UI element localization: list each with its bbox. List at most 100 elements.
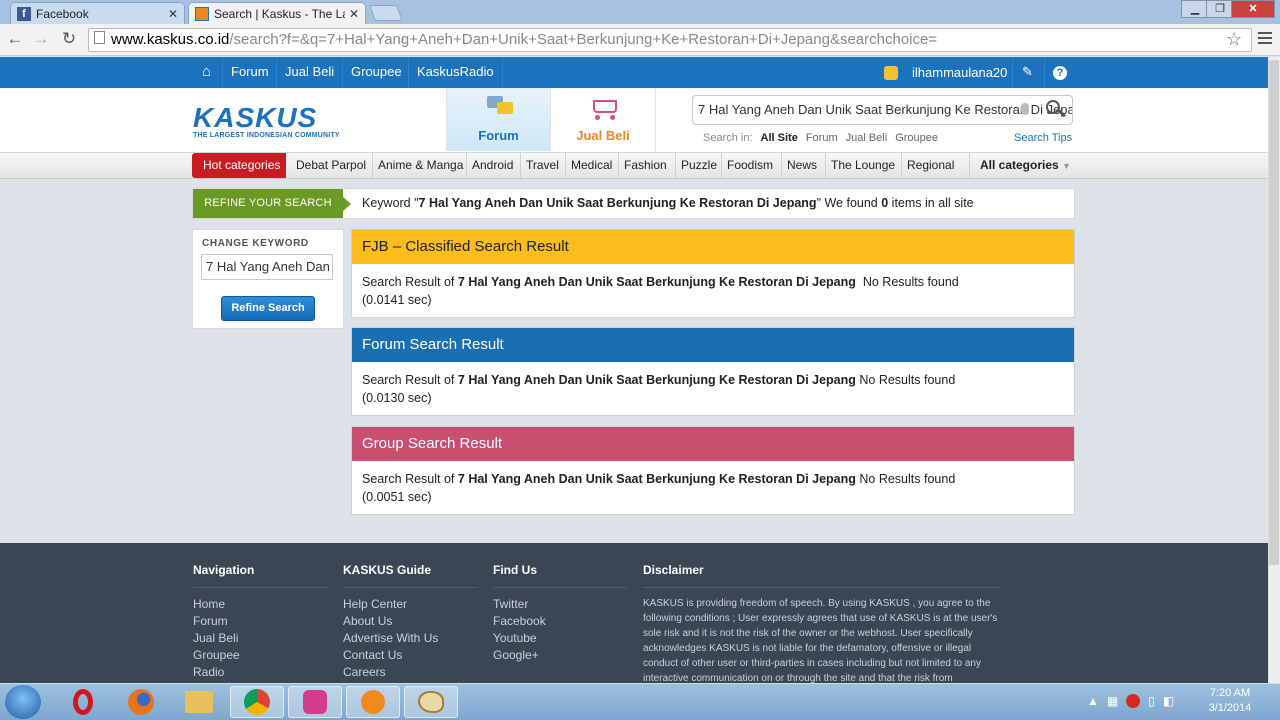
search-scope-allsite[interactable]: All Site [761, 132, 798, 144]
footer-link[interactable]: Facebook [493, 613, 628, 630]
browser-tab-kaskus[interactable]: Search | Kaskus - The Larg ✕ [188, 2, 366, 24]
refine-search-button[interactable]: Refine Search [221, 296, 315, 321]
search-scope-forum[interactable]: Forum [806, 132, 838, 144]
search-scope-jualbeli[interactable]: Jual Beli [846, 132, 888, 144]
close-tab-icon[interactable]: ✕ [168, 7, 178, 21]
hot-categories-tab[interactable]: Hot categories [192, 153, 286, 178]
chevron-down-icon: ▼ [1062, 161, 1071, 171]
firefox-icon[interactable] [114, 686, 168, 718]
category-item[interactable]: Fashion [618, 153, 672, 178]
keyword-input[interactable]: 7 Hal Yang Aneh Dan Unik Saat Berkunjung… [201, 254, 333, 280]
footer-link[interactable]: Careers [343, 664, 478, 681]
tab-forum[interactable]: Forum [446, 88, 551, 151]
forum-result-box: Forum Search Result Search Result of 7 H… [351, 327, 1075, 416]
forward-arrow-icon[interactable]: → [30, 29, 52, 51]
category-item[interactable]: Anime & Manga [372, 153, 468, 178]
back-arrow-icon[interactable]: ← [4, 29, 26, 51]
antivirus-tray-icon[interactable] [1126, 694, 1141, 708]
footer-link[interactable]: About Us [343, 613, 478, 630]
result-body: Search Result of 7 Hal Yang Aneh Dan Uni… [352, 461, 1074, 515]
url-path: /search?f=&q=7+Hal+Yang+Aneh+Dan+Unik+Sa… [229, 31, 938, 48]
opera-icon[interactable] [56, 686, 110, 718]
category-item[interactable]: Travel [520, 153, 564, 178]
footer-link[interactable]: Help Center [343, 596, 478, 613]
close-window-button[interactable]: ✕ [1231, 0, 1275, 18]
category-item[interactable]: Puzzle [675, 153, 722, 178]
help-icon[interactable]: ? [1044, 57, 1074, 88]
system-clock[interactable]: 7:20 AM 3/1/2014 [1200, 686, 1260, 716]
tab-title: Search | Kaskus - The Larg [214, 6, 345, 21]
kaskus-logo[interactable]: KASKUS THE LARGEST INDONESIAN COMMUNITY [193, 104, 363, 144]
network-icon[interactable]: ▦ [1107, 694, 1118, 708]
kaskus-favicon-icon [195, 6, 209, 21]
search-tips-link[interactable]: Search Tips [1014, 132, 1072, 144]
footer-link[interactable]: Advertise With Us [343, 630, 478, 647]
search-scope-groupee[interactable]: Groupee [895, 132, 938, 144]
footer-link[interactable]: Twitter [493, 596, 628, 613]
keyword-value: 7 Hal Yang Aneh Dan Unik Saat Berkunjung… [418, 196, 817, 210]
avast-icon[interactable] [346, 686, 400, 718]
result-title: Group Search Result [352, 427, 1074, 461]
footer-link[interactable]: Contact Us [343, 647, 478, 664]
windows-start-icon[interactable] [5, 685, 41, 719]
all-categories-dropdown[interactable]: All categories ▼ [969, 153, 1081, 178]
bookmark-star-icon[interactable]: ☆ [1226, 29, 1242, 50]
url-field[interactable]: www.kaskus.co.id/search?f=&q=7+Hal+Yang+… [88, 28, 1252, 52]
volume-icon[interactable]: ◧ [1163, 694, 1174, 708]
result-prefix: Search Result of [362, 275, 458, 289]
all-categories-label: All categories [980, 158, 1059, 172]
footer-findus: Find Us Twitter Facebook Youtube Google+ [493, 563, 628, 664]
browser-tab-facebook[interactable]: f Facebook ✕ [10, 2, 185, 24]
footer-link[interactable]: Forum [193, 613, 328, 630]
url-host: www.kaskus.co.id [111, 31, 230, 48]
chrome-menu-icon[interactable] [1258, 32, 1272, 47]
search-in-label: Search in: [703, 132, 753, 144]
pencil-icon[interactable]: ✎ [1012, 57, 1042, 88]
home-icon[interactable]: ⌂ [192, 57, 221, 88]
username: ilhammaulana20 [912, 65, 1008, 80]
category-item[interactable]: News [781, 153, 822, 178]
footer-link[interactable]: Jual Beli [193, 630, 328, 647]
category-item[interactable]: Medical [565, 153, 617, 178]
category-item[interactable]: Foodism [721, 153, 778, 178]
tab-forum-label: Forum [478, 128, 519, 143]
forum-icon [485, 94, 515, 120]
footer-link[interactable]: Groupee [193, 647, 328, 664]
category-item[interactable]: Regional [901, 153, 959, 178]
footer-heading: Navigation [193, 563, 328, 588]
paint-icon[interactable] [404, 686, 458, 718]
tab-jualbeli[interactable]: Jual Beli [551, 88, 656, 151]
footer-link[interactable]: Google+ [493, 647, 628, 664]
site-search-input[interactable]: 7 Hal Yang Aneh Dan Unik Saat Berkunjung… [692, 95, 1073, 125]
file-explorer-icon[interactable] [172, 686, 226, 718]
battery-icon[interactable]: ▯ [1148, 694, 1155, 708]
minimize-button[interactable]: ▁ [1181, 0, 1209, 18]
category-item[interactable]: Debat Parpol [291, 153, 371, 178]
scrollbar-thumb[interactable] [1269, 60, 1279, 565]
topnav-jualbeli[interactable]: Jual Beli [276, 57, 342, 88]
result-status: No Results found [855, 373, 956, 387]
logo-word: KASKUS [193, 102, 318, 133]
new-tab-button[interactable] [369, 5, 403, 21]
maximize-button[interactable]: ❐ [1206, 0, 1234, 18]
topnav-forum[interactable]: Forum [222, 57, 277, 88]
topnav-groupee[interactable]: Groupee [342, 57, 410, 88]
category-item[interactable]: Android [466, 153, 518, 178]
user-menu[interactable]: ilhammaulana20 [884, 57, 1007, 88]
result-status: No Results found [855, 472, 956, 486]
facebook-favicon-icon: f [17, 6, 31, 21]
footer-heading: Find Us [493, 563, 628, 588]
category-item[interactable]: The Lounge [825, 153, 900, 178]
show-hidden-icons-icon[interactable]: ▲ [1087, 694, 1099, 708]
topnav-kaskusradio[interactable]: KaskusRadio [408, 57, 503, 88]
chrome-icon[interactable] [230, 686, 284, 718]
microphone-icon[interactable] [1021, 103, 1029, 115]
footer-link[interactable]: Radio [193, 664, 328, 681]
footer-navigation: Navigation Home Forum Jual Beli Groupee … [193, 563, 328, 681]
footer-link[interactable]: Home [193, 596, 328, 613]
reload-icon[interactable]: ↻ [58, 29, 80, 51]
footer-link[interactable]: Youtube [493, 630, 628, 647]
address-toolbar: ← → ↻ www.kaskus.co.id/search?f=&q=7+Hal… [0, 24, 1280, 56]
close-tab-icon[interactable]: ✕ [349, 7, 359, 21]
app-icon[interactable] [288, 686, 342, 718]
